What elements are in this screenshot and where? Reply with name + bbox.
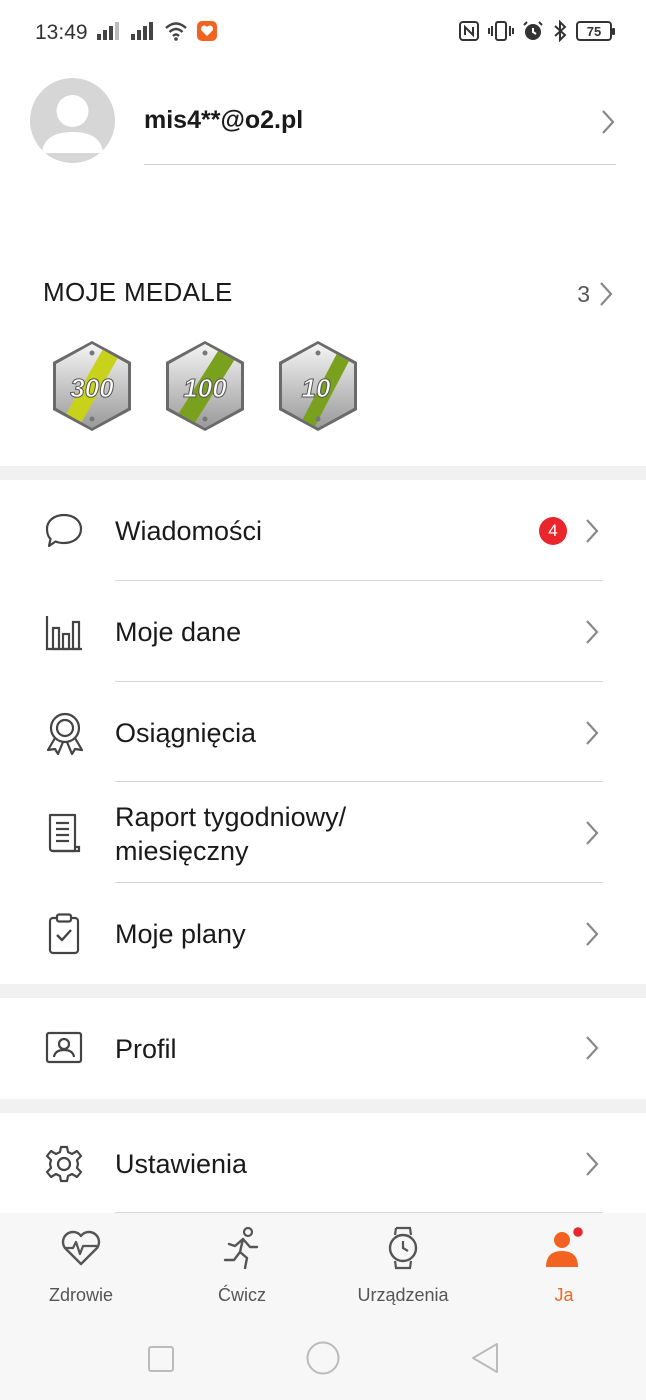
menu-item-report[interactable]: Raport tygodniowy/ miesięczny <box>0 782 646 883</box>
medal-100[interactable]: 100 <box>163 340 247 432</box>
medal-value: 10 <box>302 373 331 403</box>
chevron-right-icon <box>600 282 613 306</box>
battery-level: 75 <box>586 23 602 39</box>
status-bar: 13:49 75 <box>0 0 646 66</box>
profile-header[interactable]: mis4**@o2.pl <box>30 78 616 166</box>
bar-chart-icon <box>45 616 82 651</box>
report-document-icon <box>48 813 81 853</box>
tab-health[interactable]: Zdrowie <box>11 1225 151 1306</box>
status-right-icons: 75 <box>458 20 615 42</box>
alarm-icon <box>523 21 543 40</box>
award-ribbon-icon <box>46 712 84 755</box>
menu-item-messages[interactable]: Wiadomości 4 <box>0 480 646 581</box>
status-left-icons <box>96 20 218 42</box>
menu-item-my-data[interactable]: Moje dane <box>0 581 646 682</box>
tab-me-label: Ja <box>554 1285 574 1305</box>
running-person-icon <box>223 1226 259 1270</box>
menu-label-settings: Ustawienia <box>115 1149 248 1179</box>
avatar-placeholder-icon <box>42 95 103 153</box>
menu-item-plans[interactable]: Moje plany <box>0 883 646 984</box>
tab-devices-label: Urządzenia <box>357 1285 449 1305</box>
medal-value: 100 <box>183 373 227 403</box>
chevron-right-icon <box>586 721 599 745</box>
section-separator <box>0 1099 646 1113</box>
clipboard-check-icon <box>48 913 80 955</box>
notification-dot <box>571 1225 585 1239</box>
menu-label-report-line1: Raport tygodniowy/ <box>115 802 347 832</box>
medals-title: MOJE MEDALE <box>43 277 233 307</box>
menu-label-plans: Moje plany <box>115 919 246 949</box>
tab-health-label: Zdrowie <box>48 1285 114 1305</box>
avatar[interactable] <box>30 78 115 163</box>
menu-item-settings[interactable]: Ustawienia <box>0 1113 646 1213</box>
tab-exercise-label: Ćwicz <box>218 1285 266 1305</box>
medals-count: 3 <box>577 280 590 307</box>
signal-icon <box>97 22 119 40</box>
chevron-right-icon <box>586 519 599 543</box>
medals-count-link[interactable]: 3 <box>577 280 614 308</box>
menu-label-messages: Wiadomości <box>115 516 263 546</box>
signal-icon-2 <box>131 22 153 40</box>
menu-label-report-line2: miesięczny <box>115 836 249 866</box>
status-time: 13:49 <box>35 21 88 44</box>
chevron-right-icon <box>586 1152 599 1176</box>
home-icon[interactable] <box>305 1340 341 1376</box>
chat-bubble-icon <box>45 513 83 548</box>
nfc-icon <box>459 21 479 41</box>
profile-username: mis4**@o2.pl <box>144 106 304 134</box>
gear-icon <box>45 1145 83 1183</box>
person-icon <box>546 1225 585 1267</box>
menu-item-achievements[interactable]: Osiągnięcia <box>0 682 646 782</box>
battery-icon: 75 <box>576 21 615 41</box>
chevron-right-icon <box>586 1036 599 1060</box>
chevron-right-icon <box>586 821 599 845</box>
bluetooth-icon <box>554 20 567 42</box>
vibrate-icon <box>488 21 514 41</box>
menu-label-achievements: Osiągnięcia <box>115 718 257 748</box>
tab-devices[interactable]: Urządzenia <box>333 1225 473 1306</box>
recent-apps-icon[interactable] <box>147 1345 175 1373</box>
chevron-right-icon <box>586 620 599 644</box>
profile-divider <box>144 164 616 165</box>
section-separator <box>0 984 646 998</box>
health-app-icon <box>197 21 217 41</box>
medal-10[interactable]: 10 <box>276 340 360 432</box>
watch-icon <box>388 1226 418 1270</box>
menu-label-my-data: Moje dane <box>115 617 242 647</box>
system-navigation-bar <box>0 1318 646 1400</box>
tab-exercise[interactable]: Ćwicz <box>172 1225 312 1306</box>
unread-badge: 4 <box>539 517 567 545</box>
medal-value: 300 <box>70 373 114 403</box>
menu-label-profile: Profil <box>115 1034 177 1064</box>
heart-pulse-icon <box>61 1230 101 1266</box>
tab-me[interactable]: Ja <box>494 1225 634 1306</box>
profile-card-icon <box>45 1031 83 1064</box>
wifi-icon <box>165 22 187 41</box>
chevron-right-icon <box>586 922 599 946</box>
section-separator <box>0 466 646 480</box>
medal-300[interactable]: 300 <box>50 340 134 432</box>
menu-label-report: Raport tygodniowy/ miesięczny <box>115 800 346 868</box>
menu-item-profile[interactable]: Profil <box>0 998 646 1099</box>
bottom-navigation: Zdrowie Ćwicz Urządzenia Ja <box>0 1213 646 1318</box>
back-icon[interactable] <box>469 1341 501 1375</box>
chevron-right-icon <box>602 110 615 134</box>
medals-list: 300 100 10 <box>50 340 360 432</box>
